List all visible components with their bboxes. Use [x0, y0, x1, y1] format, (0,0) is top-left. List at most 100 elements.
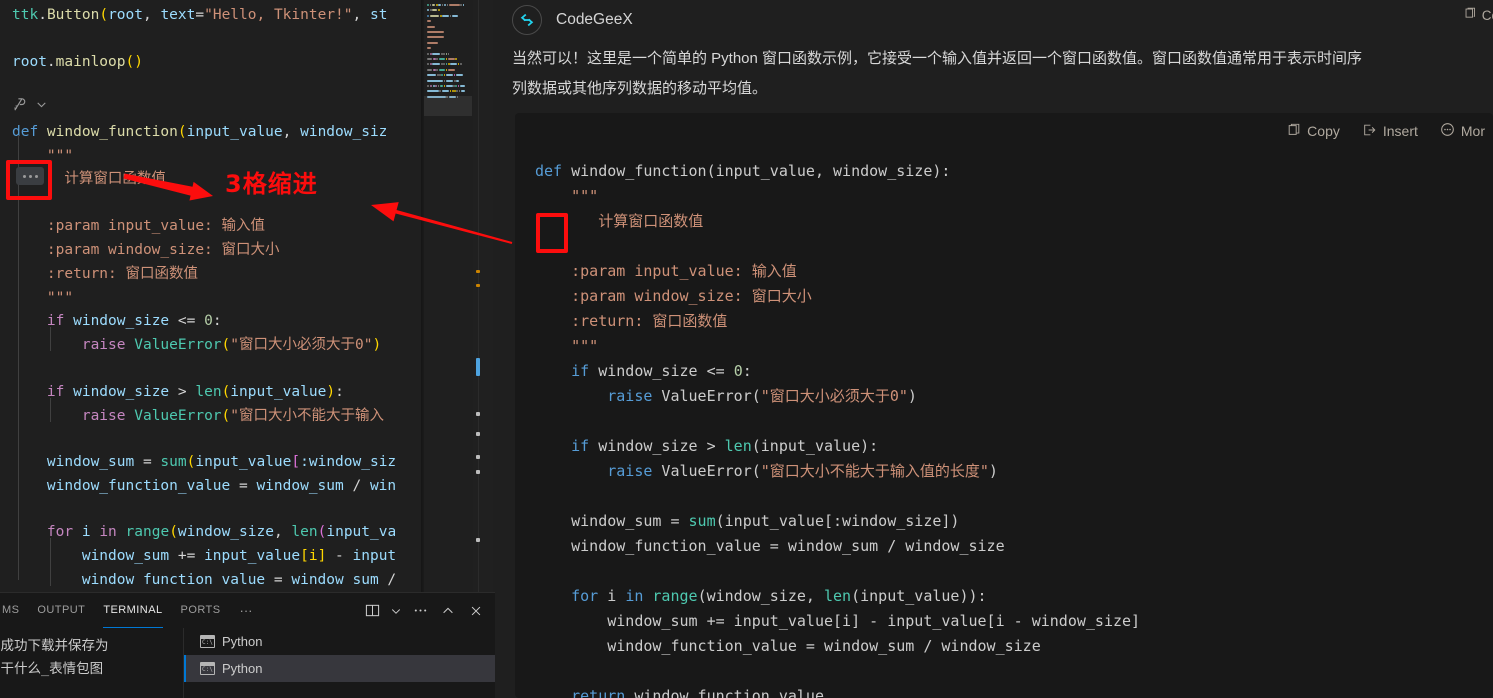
- minimap-line: [460, 63, 462, 66]
- minimap-line: [460, 85, 466, 87]
- minimap-slider[interactable]: [424, 96, 472, 116]
- bottom-panel: MS OUTPUT TERMINAL PORTS ··· 成功下载并保存为 干什…: [0, 592, 495, 698]
- copy-code-button[interactable]: Copy: [1287, 123, 1340, 140]
- code-line: if window_size <= 0:: [535, 359, 752, 384]
- split-terminal-icon[interactable]: [359, 598, 385, 624]
- minimap-line: [430, 14, 440, 17]
- editor-minimap[interactable]: [424, 0, 472, 592]
- more-code-actions-button[interactable]: Mor: [1440, 122, 1485, 140]
- minimap-line: [427, 4, 429, 6]
- panel-tab-ports[interactable]: PORTS: [172, 593, 230, 628]
- code-line: raise ValueError("窗口大小必须大于0"): [535, 384, 917, 409]
- indent-guide: [50, 398, 51, 422]
- overview-ruler-line: [478, 0, 479, 592]
- code-editor[interactable]: ttk.Button(root, text="Hello, Tkinter!",…: [0, 0, 495, 592]
- terminal-instance-python-1[interactable]: C:\ Python: [184, 628, 495, 655]
- minimap-line: [438, 4, 441, 6]
- code-line: if window_size <= 0:: [12, 310, 222, 334]
- panel-tabs-overflow-icon[interactable]: ···: [230, 593, 263, 628]
- code-token: 计算窗口函数值: [535, 212, 704, 230]
- minimap-line: [427, 41, 439, 44]
- panel-tab-output[interactable]: OUTPUT: [28, 593, 94, 628]
- code-line: if window_size > len(input_value):: [12, 381, 344, 405]
- minimap-line: [455, 85, 458, 87]
- minimap-line: [427, 9, 430, 12]
- code-token: (: [221, 384, 231, 400]
- close-panel-icon[interactable]: [463, 598, 489, 624]
- maximize-panel-icon[interactable]: [435, 598, 461, 624]
- code-line: :param window_size: 窗口大小: [535, 284, 812, 309]
- terminal-instance-list: C:\ Python C:\ Python: [183, 628, 495, 698]
- code-line: :param input_value: 输入值: [12, 215, 265, 239]
- code-line: window_sum += input_value[i] - input_val…: [535, 609, 1140, 634]
- code-line: raise ValueError("窗口大小必须大于0"): [12, 334, 381, 358]
- chevron-down-icon[interactable]: [35, 98, 48, 111]
- codegeex-sparkle-icon[interactable]: [12, 96, 29, 113]
- minimap-line: [443, 63, 445, 66]
- code-token: """: [12, 290, 74, 306]
- code-token: if: [571, 362, 590, 380]
- code-token: :: [212, 313, 222, 329]
- terminal-instance-label: Python: [222, 634, 263, 649]
- minimap-line: [427, 63, 430, 66]
- terminal-output[interactable]: 已成功下载并保存为 在干什么_表情包图 f: [0, 628, 182, 698]
- panel-tab-problems[interactable]: MS: [0, 593, 28, 628]
- code-line: :param input_value: 输入值: [535, 259, 797, 284]
- code-token: "窗口大小必须大于0": [230, 337, 373, 353]
- minimap-line: [427, 85, 430, 87]
- minimap-line: [441, 74, 444, 77]
- minimap-line: [443, 85, 445, 87]
- minimap-line: [455, 58, 457, 60]
- code-token: window_function_value: [12, 478, 239, 494]
- code-token: """: [535, 337, 599, 355]
- codelens-row[interactable]: [12, 96, 48, 113]
- code-token: 0: [204, 313, 213, 329]
- code-line: for i in range(window_size, len(input_va: [12, 521, 396, 545]
- minimap-line: [458, 90, 461, 93]
- minimap-line: [427, 79, 444, 82]
- minimap-line: [439, 90, 441, 93]
- chevron-down-icon[interactable]: [387, 598, 405, 624]
- minimap-line: [432, 52, 441, 55]
- terminal-instance-python-2[interactable]: C:\ Python: [184, 655, 495, 682]
- code-token: window_sum: [12, 454, 143, 470]
- code-token: window_function_value = window_sum / win…: [535, 637, 1041, 655]
- minimap-line: [432, 63, 441, 66]
- code-token: :param window_size: 窗口大小: [12, 242, 280, 258]
- code-token: ): [988, 462, 998, 480]
- code-line: """: [12, 145, 73, 169]
- editor-overview-ruler[interactable]: [473, 0, 493, 592]
- minimap-line: [432, 58, 436, 60]
- minimap-line: [430, 85, 433, 87]
- code-token: =: [195, 7, 205, 23]
- code-token: for: [571, 587, 599, 605]
- code-token: ValueError(: [652, 387, 761, 405]
- code-token: raise: [607, 462, 653, 480]
- more-actions-icon[interactable]: [407, 598, 433, 624]
- panel-tab-terminal[interactable]: TERMINAL: [94, 593, 171, 628]
- minimap-line: [453, 74, 456, 77]
- code-token: -: [335, 548, 344, 564]
- code-line: window_function_value = window_sum / win…: [535, 634, 1041, 659]
- terminal-body: 已成功下载并保存为 在干什么_表情包图 f C:\ Python C:\ Pyt…: [0, 628, 495, 698]
- code-token: window_size >: [589, 437, 725, 455]
- overview-mark-selection: [476, 358, 480, 376]
- code-token: root: [12, 54, 47, 70]
- code-line: :param window_size: 窗口大小: [12, 239, 280, 263]
- insert-code-label: Insert: [1382, 123, 1418, 139]
- code-line: return window_function_value: [535, 684, 824, 698]
- insert-code-button[interactable]: Insert: [1362, 123, 1418, 140]
- header-copy-button[interactable]: Co: [1464, 7, 1493, 23]
- chat-message-text: 当然可以！这里是一个简单的 Python 窗口函数示例，它接受一个输入值并返回一…: [512, 50, 1363, 97]
- code-token: =: [273, 572, 283, 588]
- minimap-line: [455, 74, 463, 77]
- minimap-line: [450, 63, 458, 66]
- code-token: window_size: [64, 384, 178, 400]
- code-token: :return: 窗口函数值: [12, 266, 198, 282]
- minimap-line: [460, 90, 465, 93]
